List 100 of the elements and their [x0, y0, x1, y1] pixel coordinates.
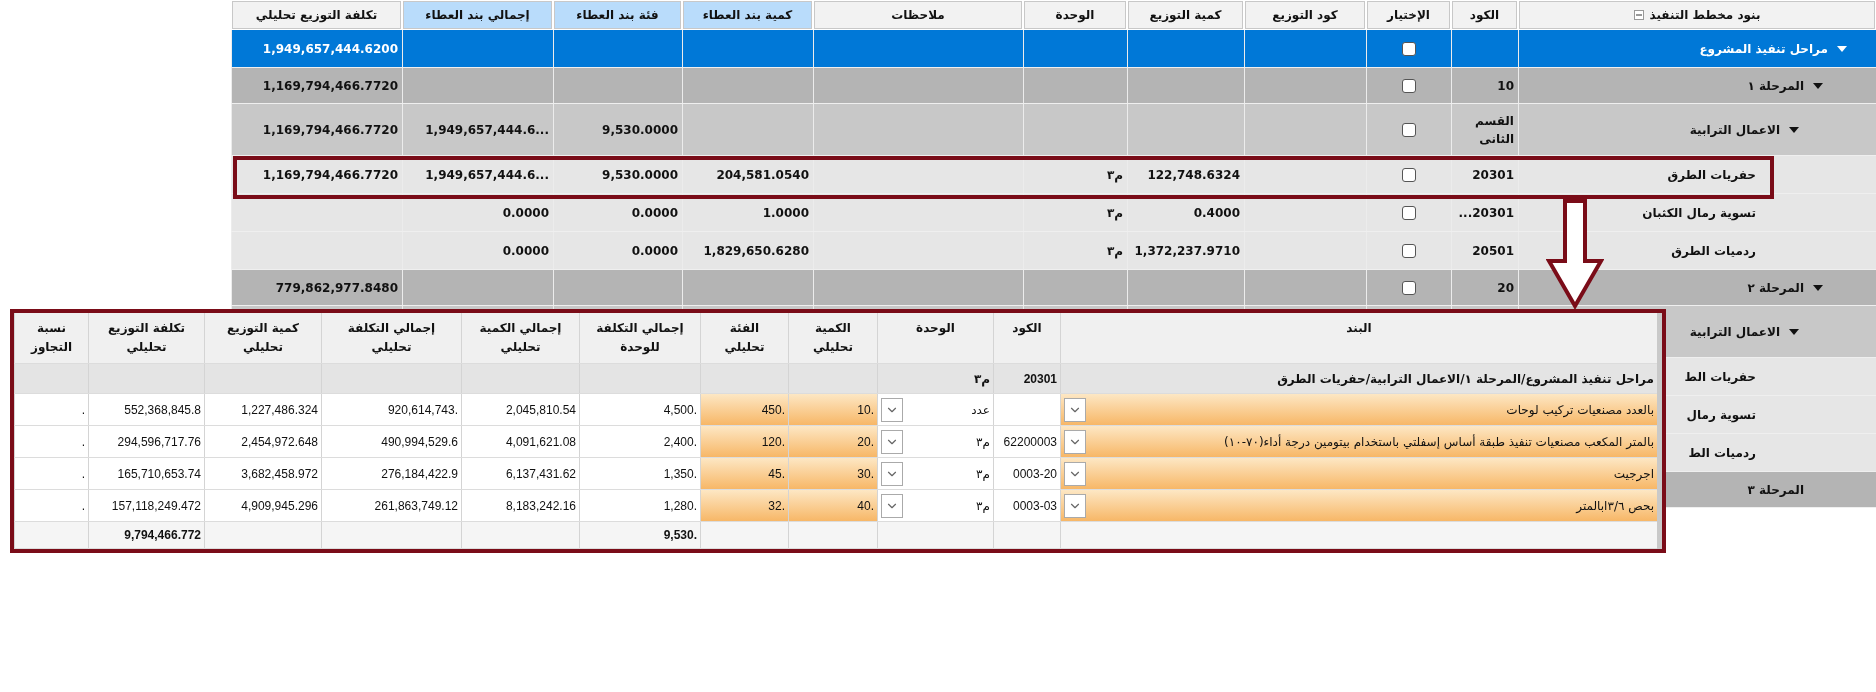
group-path: مراحل تنفيذ المشروع/المرحلة ١/الاعمال الترابية/حفريات الطرق [1276, 371, 1654, 386]
column-header[interactable]: الإختيار [1367, 1, 1450, 29]
table-cell: 1,169,794,466.7720 [262, 167, 398, 182]
table-cell: 1,169,794,466.7720 [262, 122, 398, 137]
editable-cell[interactable]: 450. [700, 394, 788, 425]
table-cell: 0.0000 [502, 205, 549, 220]
column-header[interactable]: الفئة تحليلي [700, 313, 788, 363]
caret-down-icon[interactable] [1812, 81, 1824, 90]
checkbox[interactable] [1402, 243, 1416, 258]
dropdown-button[interactable] [1064, 429, 1086, 454]
code-text: 20501 [1472, 242, 1514, 260]
table-cell: 1,350. [663, 466, 697, 481]
column-header[interactable]: الوحدة [877, 313, 993, 363]
tree-item-label: ردميات الطرق [1671, 243, 1756, 258]
dropdown-button[interactable] [881, 461, 903, 486]
editable-cell[interactable]: 20. [788, 426, 877, 457]
column-header[interactable]: إجمالي التكلفة للوحدة [579, 313, 700, 363]
table-cell: 0.0000 [631, 205, 678, 220]
editable-cell[interactable]: بحص ٣/٦ابالمتر [1060, 490, 1657, 521]
tree-item-label: تسوية رمال الكثبان [1642, 205, 1756, 220]
dropdown-button[interactable] [1064, 461, 1086, 486]
table-cell: 779,862,977.8480 [275, 280, 398, 295]
column-header[interactable]: كمية بند العطاء [683, 1, 812, 29]
editable-cell[interactable]: بالعدد مصنعيات تركيب لوحات [1060, 394, 1657, 425]
caret-down-icon[interactable] [1812, 283, 1824, 292]
checkbox[interactable] [1402, 167, 1416, 182]
column-header[interactable]: فئة بند العطاء [554, 1, 681, 29]
table-cell: 4,909,945.296 [241, 498, 318, 513]
scrollbar[interactable] [1657, 313, 1662, 549]
table-cell: 1,227,486.324 [241, 402, 318, 417]
table-cell: 552,368,845.8 [124, 402, 201, 417]
dropdown-button[interactable] [1064, 493, 1086, 518]
column-header[interactable]: نسبة التجاوز [14, 313, 88, 363]
dropdown-button[interactable] [1064, 397, 1086, 422]
table-cell: 1,372,237.9710 [1134, 243, 1240, 258]
checkbox[interactable] [1402, 78, 1416, 93]
column-header[interactable]: إجمالي الكمية تحليلي [461, 313, 579, 363]
editable-cell[interactable]: 45. [700, 458, 788, 489]
dropdown-button[interactable] [881, 493, 903, 518]
tree-item-label: حفريات الطرق [1667, 167, 1756, 182]
checkbox[interactable] [1402, 122, 1416, 137]
table-cell: . [81, 498, 85, 513]
column-header[interactable]: إجمالي التكلفة تحليلي [321, 313, 461, 363]
dropdown-button[interactable] [881, 429, 903, 454]
caret-down-icon[interactable] [1788, 327, 1800, 336]
column-header[interactable]: البند [1060, 313, 1657, 363]
column-header[interactable]: بنود مخطط التنفيذ [1519, 1, 1875, 29]
column-header[interactable]: الوحدة [1024, 1, 1126, 29]
editable-cell[interactable]: اجرجيت [1060, 458, 1657, 489]
tree-item-label: الاعمال الترابية [1689, 122, 1780, 137]
unit-text: عدد [970, 402, 990, 417]
checkbox[interactable] [1402, 205, 1416, 220]
editable-cell[interactable]: بالمتر المكعب مصنعيات تنفيذ طبقة أساس إسفلتي باستخدام بيتومين درجة أداء(٧٠-١٠) [1060, 426, 1657, 457]
column-header[interactable]: ملاحظات [814, 1, 1022, 29]
checkbox[interactable] [1402, 280, 1416, 295]
column-header[interactable]: كمية التوزيع تحليلي [204, 313, 321, 363]
tree-item-label: حفريات الط [1684, 369, 1756, 384]
tree-item-label: تسوية رمال [1686, 407, 1756, 422]
table-cell: 4,500. [663, 402, 697, 417]
tree-item-label: ردميات الط [1688, 445, 1756, 460]
tree-item-label: المرحلة ١ [1747, 78, 1804, 93]
table-cell: 0.4000 [1193, 205, 1240, 220]
table-cell: 204,581.0540 [716, 167, 809, 182]
column-header[interactable]: الكود [1452, 1, 1517, 29]
table-cell: م٣ [1106, 243, 1123, 258]
column-header[interactable]: كود التوزيع [1245, 1, 1365, 29]
table-cell: 20301 [1023, 371, 1057, 386]
table-cell: 6,137,431.62 [505, 466, 576, 481]
dropdown-button[interactable] [881, 397, 903, 422]
editable-cell[interactable]: 120. [700, 426, 788, 457]
table-cell: . [81, 402, 85, 417]
column-header[interactable]: الكود [993, 313, 1060, 363]
table-cell: 1,949,657,444.6... [425, 167, 549, 182]
editable-cell[interactable]: 40. [788, 490, 877, 521]
table-cell: 276,184,422.9 [381, 466, 458, 481]
table-cell: 0.0000 [502, 243, 549, 258]
column-header[interactable]: إجمالي بند العطاء [403, 1, 552, 29]
caret-down-icon[interactable] [1788, 125, 1800, 134]
table-cell: 261,863,749.12 [374, 498, 458, 513]
table-cell: 0.0000 [631, 243, 678, 258]
editable-cell[interactable]: 30. [788, 458, 877, 489]
table-cell: 2,400. [663, 434, 697, 449]
column-header[interactable]: تكلفة التوزيع تحليلي [232, 1, 401, 29]
editable-cell[interactable]: 32. [700, 490, 788, 521]
checkbox[interactable] [1402, 41, 1416, 56]
code-text: 20 [1497, 279, 1514, 297]
tree-item-label: الاعمال الترابية [1689, 324, 1780, 339]
total-cell: 9,794,466.772 [124, 528, 201, 542]
collapse-icon[interactable] [1633, 10, 1644, 20]
editable-cell[interactable]: 10. [788, 394, 877, 425]
table-cell: . [81, 466, 85, 481]
column-header[interactable]: كمية التوزيع [1128, 1, 1243, 29]
table-cell: 122,748.6324 [1147, 167, 1240, 182]
unit-text: م٣ [975, 498, 990, 513]
column-header[interactable]: تكلفة التوزيع تحليلي [88, 313, 204, 363]
code-text: 20301 [1472, 166, 1514, 184]
table-cell: . [81, 434, 85, 449]
column-header[interactable]: الكمية تحليلي [788, 313, 877, 363]
code-text: القسم الثانى [1474, 112, 1514, 148]
table-cell: 62200003 [1003, 434, 1057, 449]
